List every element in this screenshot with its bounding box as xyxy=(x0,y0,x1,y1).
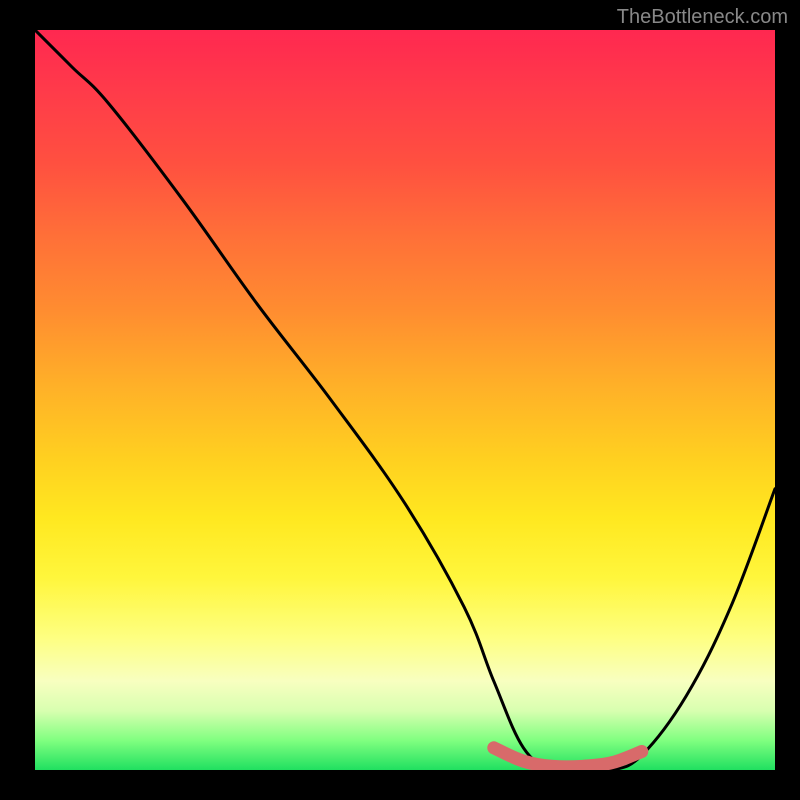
chart-plot-area xyxy=(35,30,775,770)
bottleneck-curve-path xyxy=(35,30,775,770)
chart-svg xyxy=(35,30,775,770)
watermark-text: TheBottleneck.com xyxy=(617,6,788,29)
flat-highlight-path xyxy=(494,748,642,767)
